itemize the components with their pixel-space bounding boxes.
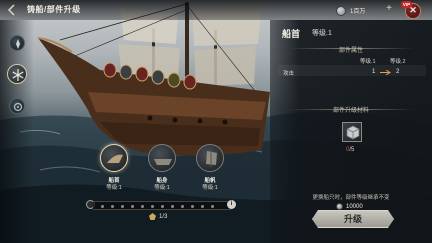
progress-dot [111, 205, 114, 208]
progress-dot [161, 205, 164, 208]
progress-dot [191, 205, 194, 208]
attribute-row [278, 65, 426, 76]
vip-badge: VIP [401, 1, 412, 8]
level-col-next: 等级.2 [390, 59, 406, 65]
progress-dot [171, 205, 174, 208]
info-icon[interactable]: i [227, 200, 236, 209]
part-level-hull: 等级:1 [154, 185, 170, 191]
inherit-hint: 更换船只时，部件等级继承不变 [312, 195, 390, 201]
upgrade-button[interactable]: 升级 [312, 210, 394, 228]
part-slot-bow[interactable] [100, 144, 128, 172]
progress-dot [151, 205, 154, 208]
material-count: 0/5 [346, 147, 354, 153]
level-col-current: 等级.1 [360, 59, 376, 65]
attributes-title: 部件属性 [338, 48, 363, 54]
silver-coin-icon [336, 203, 343, 210]
progress-dot [121, 205, 124, 208]
attribute-current-value: 1 [372, 69, 376, 75]
upgrade-panel: 船首 等级.1 部件属性 等级.1 等级.2 攻击 1 2 部件升级材料 0/5… [270, 20, 432, 243]
upgrade-button-label: 升级 [343, 214, 362, 224]
attribute-next-value: 2 [396, 69, 400, 75]
currency-value: 1百万 [350, 9, 366, 15]
part-level-sail: 等级:1 [202, 185, 218, 191]
progress-dot [181, 205, 184, 208]
upgrade-cost: 10000 [336, 203, 363, 210]
side-nav [0, 20, 34, 243]
part-level-bow: 等级:1 [106, 185, 122, 191]
progress-dot [131, 205, 134, 208]
part-slot-hull[interactable] [148, 144, 176, 172]
cost-value: 10000 [346, 203, 363, 210]
selected-part-name: 船首 [282, 29, 301, 39]
stage-icon [149, 213, 156, 220]
progress-dot [201, 205, 204, 208]
stage-indicator: 1/3 [149, 213, 167, 220]
material-slot[interactable] [342, 122, 362, 142]
stage-progress-track [93, 201, 231, 210]
plus-icon[interactable]: + [384, 4, 394, 14]
snowflake-icon[interactable] [7, 64, 27, 84]
currency-display: 1百万 [336, 5, 365, 16]
progress-dot [211, 205, 214, 208]
silver-coin-icon [336, 5, 346, 16]
material-need: /5 [349, 147, 355, 153]
selected-part-level: 等级.1 [312, 30, 332, 37]
attribute-name: 攻击 [283, 71, 295, 77]
materials-title: 部件升级材料 [332, 108, 369, 114]
part-slot-sail[interactable] [196, 144, 224, 172]
cube-material-icon [346, 125, 360, 140]
progress-dot [141, 205, 144, 208]
top-bar: 铸船/部件升级 1百万 + ✕ VIP [0, 0, 432, 20]
progress-dot [101, 205, 104, 208]
back-arrow-icon[interactable] [5, 3, 19, 17]
stage-text: 1/3 [159, 213, 168, 220]
arrow-right-icon [380, 70, 391, 75]
page-title: 铸船/部件升级 [27, 5, 81, 14]
compass-icon[interactable] [9, 35, 25, 51]
gear-wheel-icon[interactable] [9, 98, 25, 114]
